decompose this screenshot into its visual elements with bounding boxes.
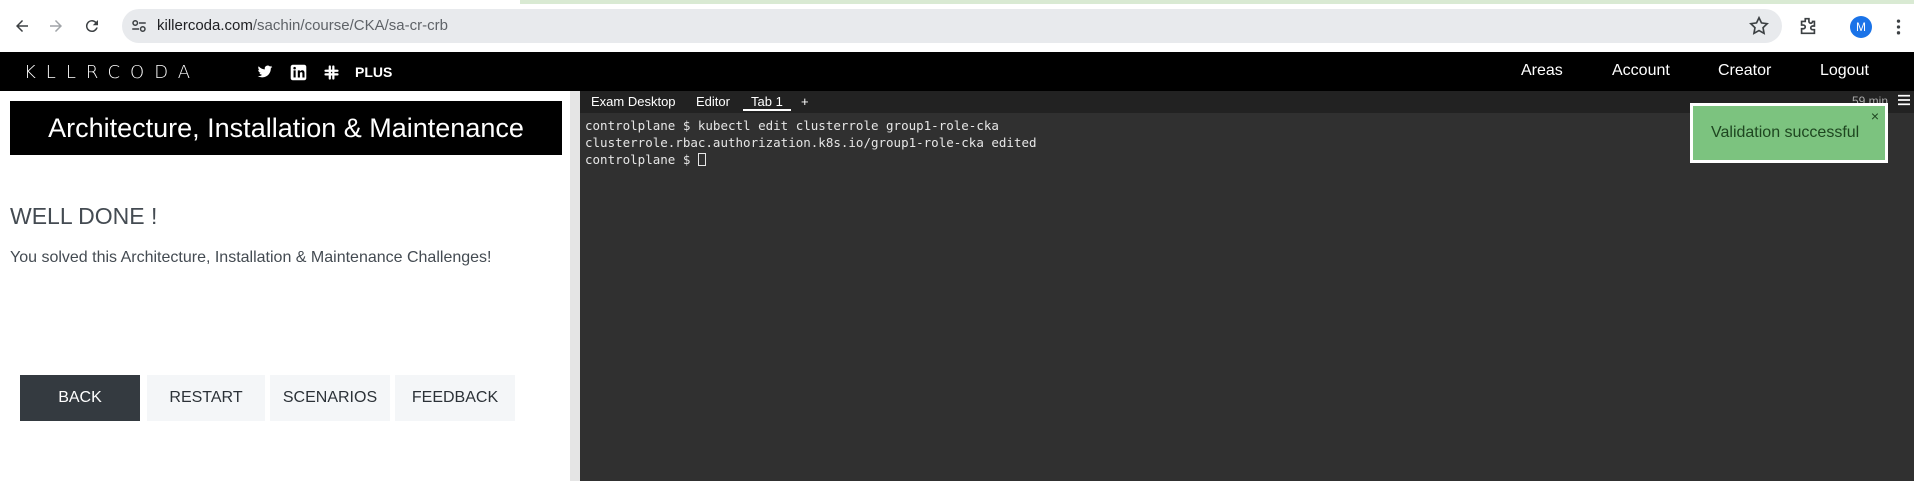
twitter-icon[interactable] — [255, 63, 275, 81]
terminal-output[interactable]: controlplane $ kubectl edit clusterrole … — [585, 117, 1037, 168]
url-domain: killercoda.com — [157, 17, 253, 34]
extensions-puzzle-icon[interactable] — [1797, 15, 1819, 37]
terminal-prompt-line: controlplane $ — [585, 151, 1037, 168]
restart-button[interactable]: RESTART — [147, 375, 265, 421]
nav-account[interactable]: Account — [1612, 62, 1670, 80]
linkedin-icon[interactable] — [288, 63, 308, 81]
tab-strip-edge — [520, 0, 1914, 4]
add-tab-button[interactable]: + — [801, 94, 809, 109]
tab-editor[interactable]: Editor — [696, 94, 730, 109]
hamburger-menu-icon[interactable] — [1898, 93, 1912, 109]
site-header: KLLRCODA PLUS Areas Account Creator Logo… — [0, 52, 1914, 91]
killercoda-logo[interactable]: KLLRCODA — [24, 62, 200, 83]
terminal-line: controlplane $ kubectl edit clusterrole … — [585, 118, 999, 133]
bookmark-star-icon[interactable] — [1748, 15, 1770, 37]
toast-message: Validation successful — [1711, 124, 1860, 141]
browser-menu-icon[interactable] — [1889, 16, 1907, 38]
completion-heading: WELL DONE ! — [10, 203, 158, 229]
nav-creator[interactable]: Creator — [1718, 62, 1771, 80]
tab-exam-desktop[interactable]: Exam Desktop — [591, 94, 676, 109]
tab-tab-1[interactable]: Tab 1 — [743, 94, 791, 111]
browser-toolbar: killercoda.com/sachin/course/CKA/sa-cr-c… — [0, 0, 1914, 52]
forward-arrow-icon[interactable] — [44, 14, 68, 38]
terminal-cursor — [697, 153, 706, 166]
nav-logout[interactable]: Logout — [1820, 62, 1869, 80]
terminal-line: clusterrole.rbac.authorization.k8s.io/gr… — [585, 135, 1037, 150]
completion-message: You solved this Architecture, Installati… — [10, 249, 492, 266]
plus-link[interactable]: PLUS — [355, 64, 392, 80]
scenario-panel: Architecture, Installation & Maintenance… — [0, 91, 570, 481]
reload-icon[interactable] — [80, 14, 104, 38]
url-path: /sachin/course/CKA/sa-cr-crb — [252, 17, 448, 34]
course-title: Architecture, Installation & Maintenance — [10, 101, 562, 155]
panel-resize-handle[interactable] — [570, 91, 580, 481]
nav-areas[interactable]: Areas — [1521, 62, 1563, 80]
site-settings-icon[interactable] — [130, 17, 148, 35]
back-button[interactable]: BACK — [20, 375, 140, 421]
profile-avatar[interactable]: M — [1850, 16, 1872, 38]
validation-toast: Validation successful × — [1690, 103, 1888, 163]
feedback-button[interactable]: FEEDBACK — [395, 375, 515, 421]
close-icon[interactable]: × — [1871, 108, 1879, 124]
slack-icon[interactable] — [321, 63, 341, 81]
url-text[interactable]: killercoda.com/sachin/course/CKA/sa-cr-c… — [157, 17, 448, 34]
back-arrow-icon[interactable] — [10, 14, 34, 38]
terminal-prompt: controlplane $ — [585, 152, 698, 167]
scenarios-button[interactable]: SCENARIOS — [270, 375, 390, 421]
